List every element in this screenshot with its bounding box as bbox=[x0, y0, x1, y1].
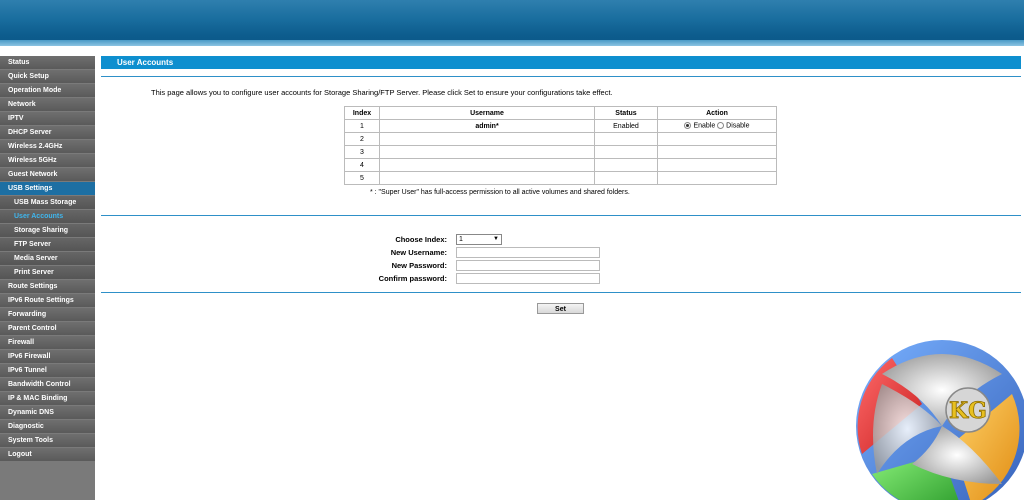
kg-logo: KG bbox=[856, 340, 1024, 500]
page-description: This page allows you to configure user a… bbox=[151, 88, 613, 97]
cell-status bbox=[594, 145, 658, 159]
cell-action bbox=[657, 145, 777, 159]
divider bbox=[101, 76, 1021, 77]
cell-index: 5 bbox=[344, 171, 380, 185]
new-username-input[interactable] bbox=[456, 247, 600, 258]
sidebar-item-ipv6-firewall[interactable]: IPv6 Firewall bbox=[0, 350, 95, 363]
cell-status bbox=[594, 171, 658, 185]
cell-action bbox=[657, 132, 777, 146]
sidebar-item-user-accounts[interactable]: User Accounts bbox=[0, 210, 95, 223]
table-row: 2 bbox=[344, 132, 777, 146]
confirm-password-label: Confirm password: bbox=[378, 274, 447, 283]
cell-status bbox=[594, 158, 658, 172]
sidebar-item-operation-mode[interactable]: Operation Mode bbox=[0, 84, 95, 97]
new-username-row: New Username: bbox=[95, 247, 1024, 258]
sidebar-item-dhcp-server[interactable]: DHCP Server bbox=[0, 126, 95, 139]
cell-status: Enabled bbox=[594, 119, 658, 133]
enable-radio[interactable] bbox=[684, 122, 692, 130]
sidebar-item-media-server[interactable]: Media Server bbox=[0, 252, 95, 265]
enable-radio-label[interactable]: Enable bbox=[693, 123, 715, 130]
disable-radio-label[interactable]: Disable bbox=[726, 123, 749, 130]
column-header-username: Username bbox=[379, 106, 595, 120]
sidebar-item-logout[interactable]: Logout bbox=[0, 448, 95, 461]
table-row: 1 admin* Enabled Enable Disable bbox=[344, 119, 777, 133]
sidebar-item-iptv[interactable]: IPTV bbox=[0, 112, 95, 125]
cell-username bbox=[379, 171, 595, 185]
choose-index-row: Choose Index: 1 ▼ bbox=[95, 234, 1024, 245]
sidebar-item-wireless-24ghz[interactable]: Wireless 2.4GHz bbox=[0, 140, 95, 153]
sidebar-item-route-settings[interactable]: Route Settings bbox=[0, 280, 95, 293]
cell-index: 4 bbox=[344, 158, 380, 172]
top-banner bbox=[0, 0, 1024, 46]
logo-text: KG bbox=[949, 398, 987, 424]
cell-action bbox=[657, 171, 777, 185]
sidebar-item-ipv6-route-settings[interactable]: IPv6 Route Settings bbox=[0, 294, 95, 307]
table-row: 4 bbox=[344, 158, 777, 172]
sidebar-item-usb-mass-storage[interactable]: USB Mass Storage bbox=[0, 196, 95, 209]
sidebar-item-parent-control[interactable]: Parent Control bbox=[0, 322, 95, 335]
sidebar-item-diagnostic[interactable]: Diagnostic bbox=[0, 420, 95, 433]
super-user-note: * : "Super User" has full-access permiss… bbox=[370, 189, 630, 196]
sidebar-item-usb-settings[interactable]: USB Settings bbox=[0, 182, 95, 195]
sidebar-item-wireless-5ghz[interactable]: Wireless 5GHz bbox=[0, 154, 95, 167]
set-button[interactable]: Set bbox=[537, 303, 584, 314]
cell-status bbox=[594, 132, 658, 146]
sidebar-item-guest-network[interactable]: Guest Network bbox=[0, 168, 95, 181]
cell-username bbox=[379, 158, 595, 172]
new-password-label: New Password: bbox=[391, 261, 447, 270]
cell-action: Enable Disable bbox=[657, 119, 777, 133]
sidebar-item-ip-mac-binding[interactable]: IP & MAC Binding bbox=[0, 392, 95, 405]
new-password-input[interactable] bbox=[456, 260, 600, 271]
sidebar-item-quick-setup[interactable]: Quick Setup bbox=[0, 70, 95, 83]
choose-index-value: 1 bbox=[459, 236, 463, 243]
sidebar-item-storage-sharing[interactable]: Storage Sharing bbox=[0, 224, 95, 237]
divider bbox=[101, 292, 1021, 293]
sidebar-item-ipv6-tunnel[interactable]: IPv6 Tunnel bbox=[0, 364, 95, 377]
sidebar-item-bandwidth-control[interactable]: Bandwidth Control bbox=[0, 378, 95, 391]
column-header-index: Index bbox=[344, 106, 380, 120]
sidebar-item-dynamic-dns[interactable]: Dynamic DNS bbox=[0, 406, 95, 419]
cell-username bbox=[379, 132, 595, 146]
choose-index-label: Choose Index: bbox=[395, 235, 447, 244]
sidebar-item-system-tools[interactable]: System Tools bbox=[0, 434, 95, 447]
sidebar-item-network[interactable]: Network bbox=[0, 98, 95, 111]
user-accounts-table: Index Username Status Action 1 admin* En… bbox=[344, 106, 777, 185]
table-row: 3 bbox=[344, 145, 777, 159]
sidebar-item-status[interactable]: Status bbox=[0, 56, 95, 69]
cell-index: 3 bbox=[344, 145, 380, 159]
sidebar-item-print-server[interactable]: Print Server bbox=[0, 266, 95, 279]
column-header-action: Action bbox=[657, 106, 777, 120]
sidebar-item-ftp-server[interactable]: FTP Server bbox=[0, 238, 95, 251]
cell-username bbox=[379, 145, 595, 159]
dropdown-arrow-icon: ▼ bbox=[493, 236, 499, 242]
table-row: 5 bbox=[344, 171, 777, 185]
confirm-password-input[interactable] bbox=[456, 273, 600, 284]
cell-index: 1 bbox=[344, 119, 380, 133]
new-password-row: New Password: bbox=[95, 260, 1024, 271]
choose-index-select[interactable]: 1 ▼ bbox=[456, 234, 502, 245]
sidebar-item-forwarding[interactable]: Forwarding bbox=[0, 308, 95, 321]
cell-username: admin* bbox=[379, 119, 595, 133]
divider bbox=[101, 215, 1021, 216]
page-title: User Accounts bbox=[101, 56, 1021, 69]
table-header-row: Index Username Status Action bbox=[344, 106, 777, 120]
confirm-password-row: Confirm password: bbox=[95, 273, 1024, 284]
sidebar-nav: Status Quick Setup Operation Mode Networ… bbox=[0, 56, 95, 500]
disable-radio[interactable] bbox=[717, 122, 725, 130]
cell-index: 2 bbox=[344, 132, 380, 146]
cell-action bbox=[657, 158, 777, 172]
new-username-label: New Username: bbox=[390, 248, 447, 257]
sidebar-item-firewall[interactable]: Firewall bbox=[0, 336, 95, 349]
column-header-status: Status bbox=[594, 106, 658, 120]
